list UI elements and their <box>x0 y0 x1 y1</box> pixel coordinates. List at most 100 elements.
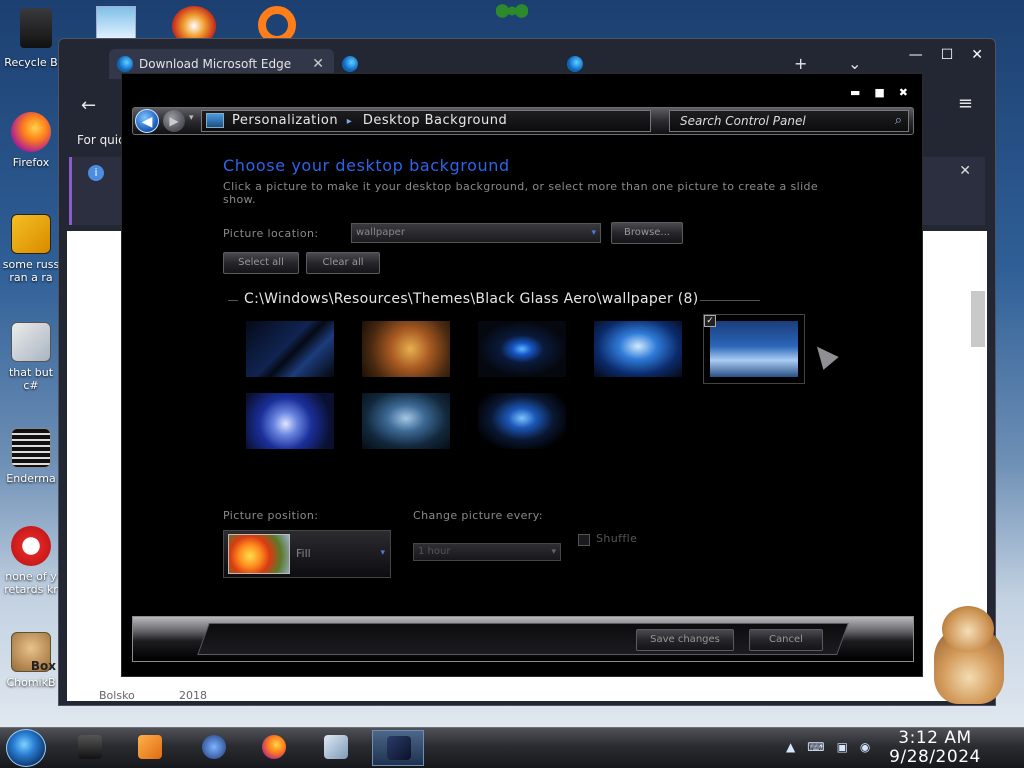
network-icon[interactable]: ▣ <box>837 740 848 754</box>
hamster-head <box>942 606 994 652</box>
taskbar: ▲ ⌨ ▣ ◉ 3:12 AM 9/28/2024 <box>0 727 1024 768</box>
picture-position-select[interactable]: Fill ▾ <box>223 530 391 578</box>
picture-location-select[interactable]: wallpaper ▾ <box>351 223 601 243</box>
start-button[interactable] <box>6 729 46 767</box>
back-arrow-icon[interactable]: ← <box>81 95 96 116</box>
picture-location-label: Picture location: <box>223 227 319 240</box>
desktop-icon-enderman[interactable]: Enderma <box>0 428 62 485</box>
chevron-down-icon: ▾ <box>591 228 596 238</box>
minimize-button[interactable]: ▬ <box>850 86 860 99</box>
desktop-background-window: ▬ ■ ✖ ◀ ▶ ▾ Personalization ▸ Desktop Ba… <box>121 73 923 677</box>
desktop-icon-chomik[interactable]: Box ChomikB <box>0 632 62 689</box>
wallpaper-thumbnail[interactable] <box>594 321 682 377</box>
close-button[interactable]: ✖ <box>899 86 908 99</box>
wallpaper-thumbnail[interactable] <box>246 321 334 377</box>
desktop-label: ChomikB <box>6 676 56 689</box>
firefox-icon <box>262 735 286 759</box>
chevron-down-icon: ▾ <box>380 548 385 558</box>
change-picture-value: 1 hour <box>418 546 451 557</box>
taskbar-item-control-panel[interactable] <box>310 730 362 766</box>
taskbar-item-globe[interactable] <box>188 730 240 766</box>
select-all-button[interactable]: Select all <box>223 252 299 274</box>
taskbar-item-desktop-background[interactable] <box>372 730 424 766</box>
control-panel-icon <box>206 113 224 128</box>
folder-divider <box>700 300 760 301</box>
peek-text: Bolsko <box>99 689 135 702</box>
firefox-icon <box>11 112 51 152</box>
search-input[interactable]: Search Control Panel ⌕ <box>669 110 909 132</box>
wallpaper-thumbnail[interactable] <box>246 393 334 449</box>
recycle-bin-icon[interactable] <box>20 8 52 48</box>
chevron-down-icon: ▾ <box>551 547 556 557</box>
breadcrumb-desktop-background[interactable]: Desktop Background <box>363 113 507 128</box>
peek-text: 2018 <box>179 689 207 702</box>
flower-preview-image <box>228 534 290 574</box>
search-icon[interactable]: ⌕ <box>895 111 902 131</box>
taskbar-item-media-player[interactable] <box>124 730 176 766</box>
clock[interactable]: 3:12 AM 9/28/2024 <box>870 729 1000 767</box>
taskbar-item-firefox[interactable] <box>248 730 300 766</box>
recent-pages-dropdown[interactable]: ▾ <box>189 113 194 123</box>
desktop-icon-that-but-csharp[interactable]: that but c# <box>0 322 62 392</box>
picture-position-value: Fill <box>296 547 311 560</box>
red-dino-icon <box>11 526 51 566</box>
wallpaper-thumbnail[interactable] <box>362 321 450 377</box>
desktop-icon-recycle-bin[interactable]: Recycle B <box>0 56 62 69</box>
save-changes-button[interactable]: Save changes <box>636 629 734 651</box>
edge-icon <box>342 56 358 72</box>
windows-stack-icon <box>11 322 51 362</box>
desktop-icon-none-of-you[interactable]: none of y retards kr <box>0 526 62 596</box>
shuffle-label: Shuffle <box>596 532 638 545</box>
back-arrow-icon[interactable]: ◀ <box>135 109 159 133</box>
cancel-button[interactable]: Cancel <box>749 629 823 651</box>
maximize-button[interactable]: ☐ <box>941 47 954 63</box>
globe-icon <box>202 735 226 759</box>
hamster-box-icon: Box <box>11 632 56 673</box>
device-icon <box>78 735 102 759</box>
change-picture-interval-select[interactable]: 1 hour ▾ <box>413 543 561 561</box>
folder-group-header[interactable]: C:\Windows\Resources\Themes\Black Glass … <box>244 291 699 307</box>
wallpaper-thumbnail[interactable] <box>478 321 566 377</box>
menu-icon[interactable]: ≡ <box>958 93 973 114</box>
checkbox-checked-icon[interactable]: ✓ <box>704 315 716 327</box>
info-icon: i <box>88 165 104 181</box>
wallpaper-thumbnail-selected[interactable]: ✓ <box>703 314 805 384</box>
picture-location-value: wallpaper <box>356 227 405 238</box>
wallpaper-thumbnail[interactable] <box>362 393 450 449</box>
scrollbar-thumb[interactable] <box>971 291 985 347</box>
system-tray: ▲ ⌨ ▣ ◉ <box>786 740 870 754</box>
tab-title: Download Microsoft Edge <box>139 57 292 71</box>
minimize-button[interactable]: — <box>909 47 923 63</box>
terminal-icon <box>11 428 51 468</box>
desktop-label: Recycle B <box>4 56 58 69</box>
desktop-label: none of y retards kr <box>4 570 58 596</box>
window-controls: ▬ ■ ✖ <box>850 86 908 99</box>
hamster-box-label: Box <box>30 659 56 673</box>
breadcrumb-personalization[interactable]: Personalization <box>232 113 338 128</box>
desktop-icon-firefox[interactable]: Firefox <box>0 112 62 169</box>
address-bar[interactable]: Personalization ▸ Desktop Background ▾ ⇄ <box>201 110 713 132</box>
taskbar-item-device[interactable] <box>64 730 116 766</box>
browser-window-controls: — ☐ ✕ <box>909 47 983 63</box>
folder-divider <box>228 300 238 301</box>
green-dots-icon <box>496 4 528 18</box>
keyboard-icon[interactable]: ⌨ <box>807 740 824 754</box>
desktop-background-icon <box>387 736 411 760</box>
wallpaper-thumbnail[interactable] <box>478 393 566 449</box>
edge-icon <box>567 56 583 72</box>
breadcrumb-separator-icon[interactable]: ▸ <box>347 116 353 127</box>
change-picture-label: Change picture every: <box>413 509 543 522</box>
clear-all-button[interactable]: Clear all <box>306 252 380 274</box>
close-button[interactable]: ✕ <box>971 47 983 63</box>
info-close-button[interactable]: ✕ <box>959 163 971 179</box>
maximize-button[interactable]: ■ <box>874 86 884 99</box>
document-icon[interactable] <box>96 6 136 40</box>
search-placeholder: Search Control Panel <box>680 114 806 128</box>
volume-icon[interactable]: ◉ <box>860 740 870 754</box>
clock-date: 9/28/2024 <box>889 747 981 767</box>
shuffle-checkbox[interactable] <box>578 534 590 546</box>
show-hidden-icons-icon[interactable]: ▲ <box>786 740 795 754</box>
forward-arrow-icon[interactable]: ▶ <box>163 110 185 132</box>
browse-button[interactable]: Browse... <box>611 222 683 244</box>
desktop-icon-some-russ[interactable]: some russ ran a ra <box>0 214 62 284</box>
